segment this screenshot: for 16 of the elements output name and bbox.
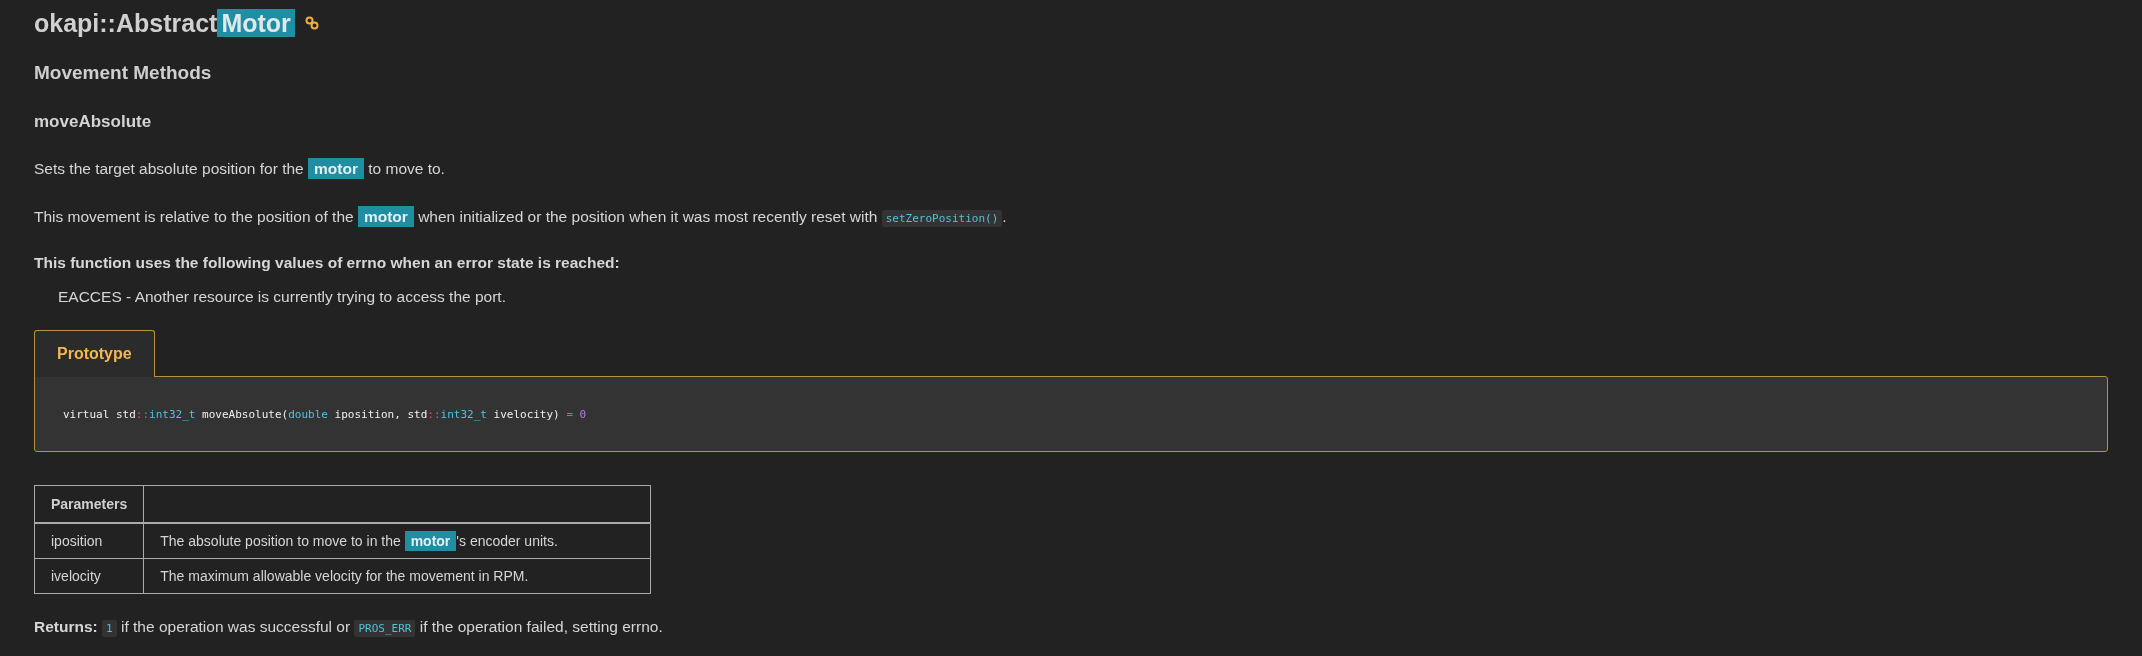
tab[interactable]: Prototype	[34, 330, 155, 377]
table-header-cell: Parameters	[34, 485, 144, 523]
paragraph: This movement is relative to the position of the motor when initialized or the position when it was most recently reset with setZeroPosition() .	[34, 208, 1008, 226]
paragraph: Sets the target absolute position for the motor to move to.	[34, 160, 446, 178]
table-cell: ivelocity	[34, 558, 144, 594]
table-cell: The maximum allowable velocity for the movement in RPM.	[143, 558, 651, 594]
method-heading: moveAbsolute	[34, 112, 153, 132]
code-line: virtual std::int32_t moveAbsolute(double iposition, std::int32_t ivelocity) = 0	[63, 407, 587, 421]
table-cell: iposition	[34, 523, 144, 559]
link-icon[interactable]	[304, 16, 319, 30]
table-cell: The absolute position to move to in the motor 's encoder units.	[143, 523, 651, 559]
returns-text: Returns: 1 if the operation was successful or PROS_ERR if the operation failed, setting errno.	[34, 618, 664, 636]
page-title: okapi::Abstract Motor	[34, 8, 295, 38]
errno-heading: This function uses the following values of errno when an error state is reached:	[34, 254, 621, 272]
errno-item: EACCES - Another resource is currently trying to access the port.	[58, 288, 507, 306]
section-heading: Movement Methods	[34, 62, 213, 84]
